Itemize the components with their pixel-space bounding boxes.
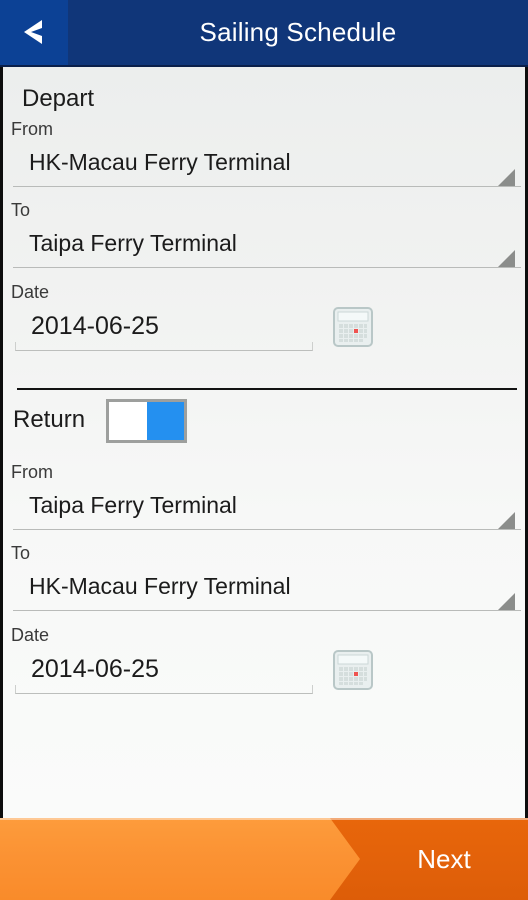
return-from-spinner[interactable]: Taipa Ferry Terminal [13, 492, 521, 530]
depart-calendar-icon[interactable] [331, 305, 375, 349]
back-button[interactable] [0, 0, 68, 65]
return-to-spinner[interactable]: HK-Macau Ferry Terminal [13, 573, 521, 611]
return-to-underline [13, 610, 521, 611]
return-to-label: To [11, 543, 31, 563]
chevron-down-icon [498, 250, 515, 267]
next-button-label: Next [417, 844, 471, 874]
next-button-arrow-shape [0, 818, 360, 900]
chevron-down-icon [498, 512, 515, 529]
depart-to-spinner[interactable]: Taipa Ferry Terminal [13, 230, 521, 268]
depart-from-spinner[interactable]: HK-Macau Ferry Terminal [13, 149, 521, 187]
return-to-value: HK-Macau Ferry Terminal [29, 573, 291, 599]
back-chevron-icon [24, 20, 42, 44]
return-from-value: Taipa Ferry Terminal [29, 492, 237, 518]
depart-to-label: To [11, 200, 31, 220]
depart-date-value: 2014-06-25 [31, 312, 159, 340]
depart-to-underline [13, 267, 521, 268]
return-section-heading: Return [13, 406, 86, 433]
depart-date-label: Date [11, 282, 50, 302]
depart-date-underline [15, 342, 313, 351]
return-toggle-on-half [146, 402, 184, 440]
sailing-schedule-screen: Sailing Schedule Depart From HK-Macau Fe… [0, 0, 528, 900]
form-body: Depart From HK-Macau Ferry Terminal To T… [0, 67, 528, 818]
return-from-label: From [11, 462, 53, 482]
return-date-underline [15, 685, 313, 694]
depart-from-value: HK-Macau Ferry Terminal [29, 149, 291, 175]
depart-from-underline [13, 186, 521, 187]
depart-section-heading: Depart [22, 85, 95, 112]
return-toggle-off-half [109, 402, 147, 440]
chevron-down-icon [498, 593, 515, 610]
return-date-value: 2014-06-25 [31, 655, 159, 683]
chevron-down-icon [498, 169, 515, 186]
return-date-label: Date [11, 625, 50, 645]
return-from-underline [13, 529, 521, 530]
return-date-input[interactable]: 2014-06-25 [15, 655, 313, 694]
title-bar: Sailing Schedule [0, 0, 528, 67]
depart-date-input[interactable]: 2014-06-25 [15, 312, 313, 351]
next-button[interactable]: Next [0, 818, 528, 900]
return-toggle[interactable] [106, 399, 187, 443]
return-calendar-icon[interactable] [331, 648, 375, 692]
section-divider [17, 388, 517, 390]
depart-to-value: Taipa Ferry Terminal [29, 230, 237, 256]
depart-from-label: From [11, 119, 53, 139]
page-title: Sailing Schedule [199, 17, 397, 47]
